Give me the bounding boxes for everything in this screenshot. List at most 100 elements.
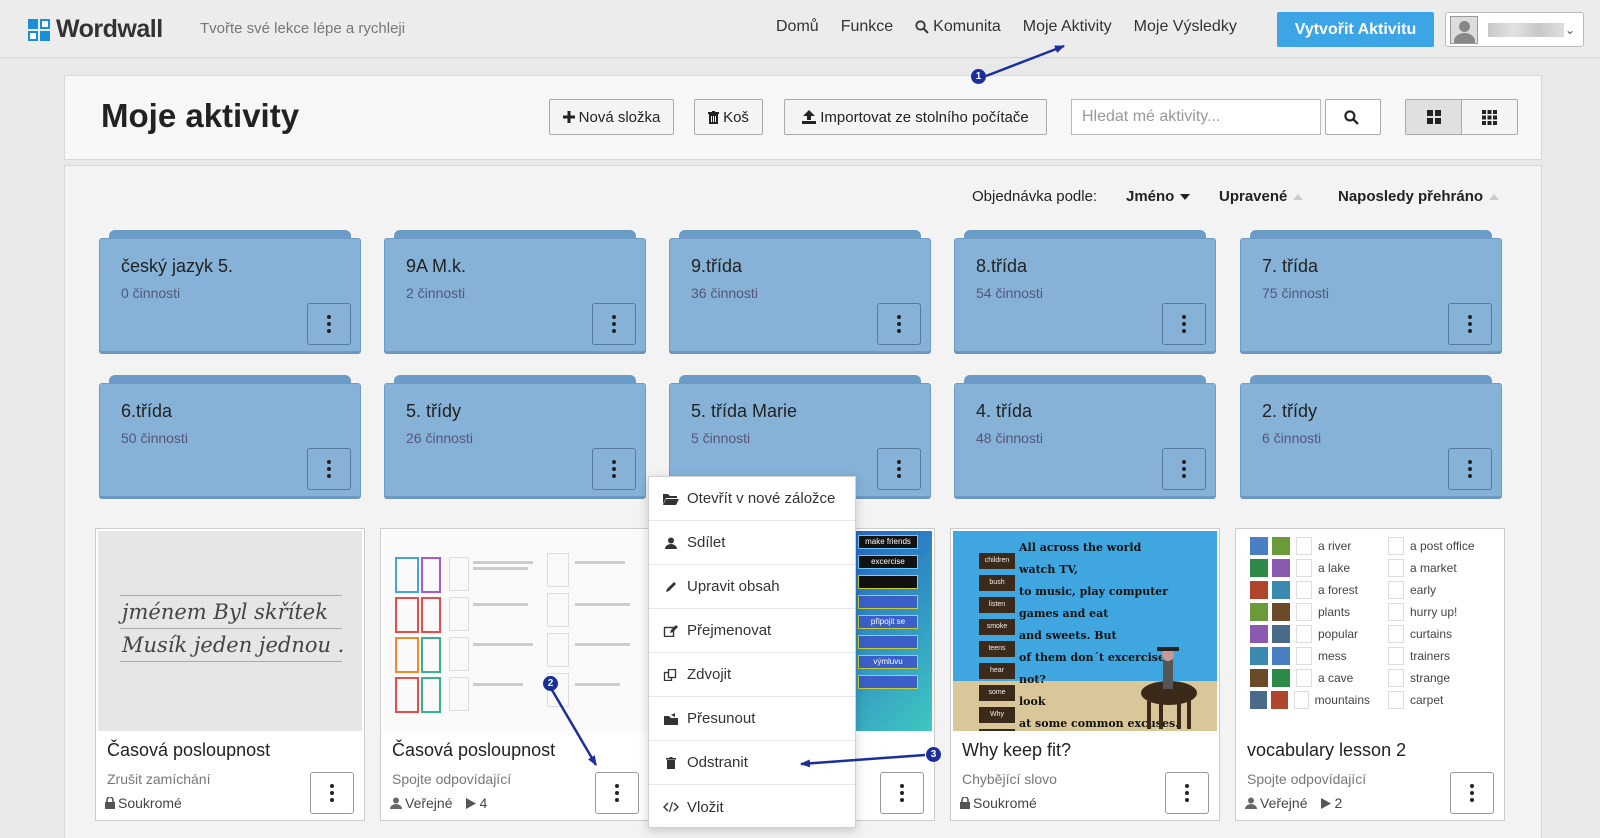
card-menu-button[interactable]: [1165, 772, 1209, 814]
folder[interactable]: 7. třída 75 činnosti: [1240, 230, 1502, 352]
thumb-word: popular: [1318, 627, 1359, 641]
kebab-icon: [612, 460, 616, 478]
folder[interactable]: 2. třídy 6 činnosti: [1240, 375, 1502, 497]
kebab-icon: [1182, 315, 1186, 333]
activity-type: Spojte odpovídající: [392, 771, 512, 787]
folder-menu-button[interactable]: [307, 303, 351, 345]
activity-title[interactable]: Časová posloupnost: [107, 740, 270, 761]
thumb-word-row: mountains: [1250, 689, 1370, 711]
folder-menu-button[interactable]: [592, 448, 636, 490]
user-menu-button[interactable]: ⌄: [1445, 12, 1584, 47]
search-button[interactable]: [1325, 99, 1381, 135]
menu-label: Přesunout: [687, 710, 756, 727]
thumb-word: a lake: [1318, 561, 1351, 575]
thumb-word-row: a post office: [1388, 535, 1502, 557]
card-menu-button[interactable]: [880, 772, 924, 814]
activity-title[interactable]: Časová posloupnost: [392, 740, 555, 761]
nav-community[interactable]: Komunita: [915, 18, 1001, 36]
sort-by-name[interactable]: Jméno: [1126, 188, 1191, 205]
menu-move[interactable]: Přesunout: [649, 697, 855, 741]
trash-button[interactable]: Koš: [694, 99, 763, 135]
small-grid-view-button[interactable]: [1462, 100, 1517, 134]
activity-type: Chybějící slovo: [962, 771, 1057, 787]
folder[interactable]: 9.třída 36 činnosti: [669, 230, 931, 352]
activity-card[interactable]: jménem Byl skřítek Musík jeden jednou . …: [95, 528, 365, 821]
folder-menu-button[interactable]: [1162, 448, 1206, 490]
thumb-blank-box: [1296, 669, 1312, 687]
nav-community-label: Komunita: [933, 18, 1001, 35]
menu-label: Vložit: [687, 798, 724, 816]
thumb-side-word: hear: [979, 663, 1015, 679]
folder-menu-button[interactable]: [877, 448, 921, 490]
new-folder-button[interactable]: Nová složka: [549, 99, 674, 135]
nav-my-activities[interactable]: Moje Aktivity: [1023, 18, 1112, 36]
tagline: Tvořte své lekce lépe a rychleji: [200, 20, 406, 37]
menu-edit-content[interactable]: Upravit obsah: [649, 565, 855, 609]
thumb-blank-box: [1296, 537, 1312, 555]
folder[interactable]: český jazyk 5. 0 činnosti: [99, 230, 361, 352]
thumb-side-word: children: [979, 553, 1015, 569]
caret-up-icon: [1293, 193, 1304, 200]
menu-open-new-tab[interactable]: Otevřít v nové záložce: [649, 477, 855, 521]
menu-rename[interactable]: Přejmenovat: [649, 609, 855, 653]
nav-home[interactable]: Domů: [776, 18, 819, 36]
card-menu-button[interactable]: [595, 772, 639, 814]
kebab-icon: [330, 784, 334, 802]
activity-title[interactable]: Why keep fit?: [962, 740, 1071, 761]
activity-meta: Soukromé: [960, 795, 1037, 811]
thumb-word-row: carpet: [1388, 689, 1502, 711]
activity-type: Spojte odpovídající: [1247, 771, 1367, 787]
thumb-word-row: plants: [1250, 601, 1370, 623]
menu-embed[interactable]: Vložit: [649, 785, 855, 829]
nav-features[interactable]: Funkce: [841, 18, 893, 36]
sort-by-last-played[interactable]: Naposledy přehráno: [1338, 188, 1500, 205]
sort-label: Objednávka podle:: [972, 188, 1098, 205]
folder[interactable]: 6.třída 50 činnosti: [99, 375, 361, 497]
thumb-blank-box: [1388, 669, 1404, 687]
folder[interactable]: 4. třída 48 činnosti: [954, 375, 1216, 497]
thumb-picture: [1272, 647, 1290, 665]
folder-menu-button[interactable]: [877, 303, 921, 345]
sort-by-modified[interactable]: Upravené: [1219, 188, 1304, 205]
import-desktop-button[interactable]: Importovat ze stolního počítače: [784, 99, 1047, 135]
folder-menu-button[interactable]: [307, 448, 351, 490]
folder[interactable]: 5. třídy 26 činnosti: [384, 375, 646, 497]
sort-name-label: Jméno: [1126, 188, 1175, 205]
menu-duplicate[interactable]: Zdvojit: [649, 653, 855, 697]
thumb-word-row: trainers: [1388, 645, 1502, 667]
folder-menu-button[interactable]: [1448, 448, 1492, 490]
activity-title[interactable]: vocabulary lesson 2: [1247, 740, 1406, 761]
activity-meta: Veřejné 4: [390, 795, 487, 811]
folder-menu-button[interactable]: [1448, 303, 1492, 345]
thumb-picture: [1250, 581, 1268, 599]
thumb-picture: [1272, 603, 1290, 621]
wordwall-logo[interactable]: Wordwall: [28, 15, 163, 44]
card-menu-button[interactable]: [1450, 772, 1494, 814]
menu-share[interactable]: Sdílet: [649, 521, 855, 565]
folder[interactable]: 9A M.k. 2 činnosti: [384, 230, 646, 352]
activity-card[interactable]: a river a lake a forest plants popular mess a …: [1235, 528, 1505, 821]
nav-my-results[interactable]: Moje Výsledky: [1134, 18, 1237, 36]
thumb-picture: [1250, 625, 1268, 643]
thumb-blank-box: [1296, 647, 1312, 665]
folder-menu-button[interactable]: [1162, 303, 1206, 345]
kebab-icon: [1470, 784, 1474, 802]
activity-thumbnail: jménem Byl skřítek Musík jeden jednou .: [98, 531, 362, 731]
pencil-icon: [666, 581, 676, 592]
folder-menu-button[interactable]: [592, 303, 636, 345]
activity-card[interactable]: Časová posloupnost Spojte odpovídající V…: [380, 528, 650, 821]
create-activity-button[interactable]: Vytvořit Aktivitu: [1277, 12, 1434, 47]
card-menu-button[interactable]: [310, 772, 354, 814]
thumb-blank-box: [1296, 559, 1312, 577]
search-input[interactable]: [1071, 99, 1321, 135]
import-label: Importovat ze stolního počítače: [820, 108, 1029, 126]
page-title: Moje aktivity: [101, 97, 300, 134]
menu-delete[interactable]: Odstranit: [649, 741, 855, 785]
thumb-word: mountains: [1314, 693, 1370, 707]
thumb-picture: [1270, 691, 1288, 709]
activity-card[interactable]: All across the world watch TV, to music, p…: [950, 528, 1220, 821]
large-grid-view-button[interactable]: [1406, 100, 1462, 134]
folder[interactable]: 8.třída 54 činnosti: [954, 230, 1216, 352]
activity-meta: Soukromé: [105, 795, 182, 811]
plus-icon: [562, 111, 575, 123]
